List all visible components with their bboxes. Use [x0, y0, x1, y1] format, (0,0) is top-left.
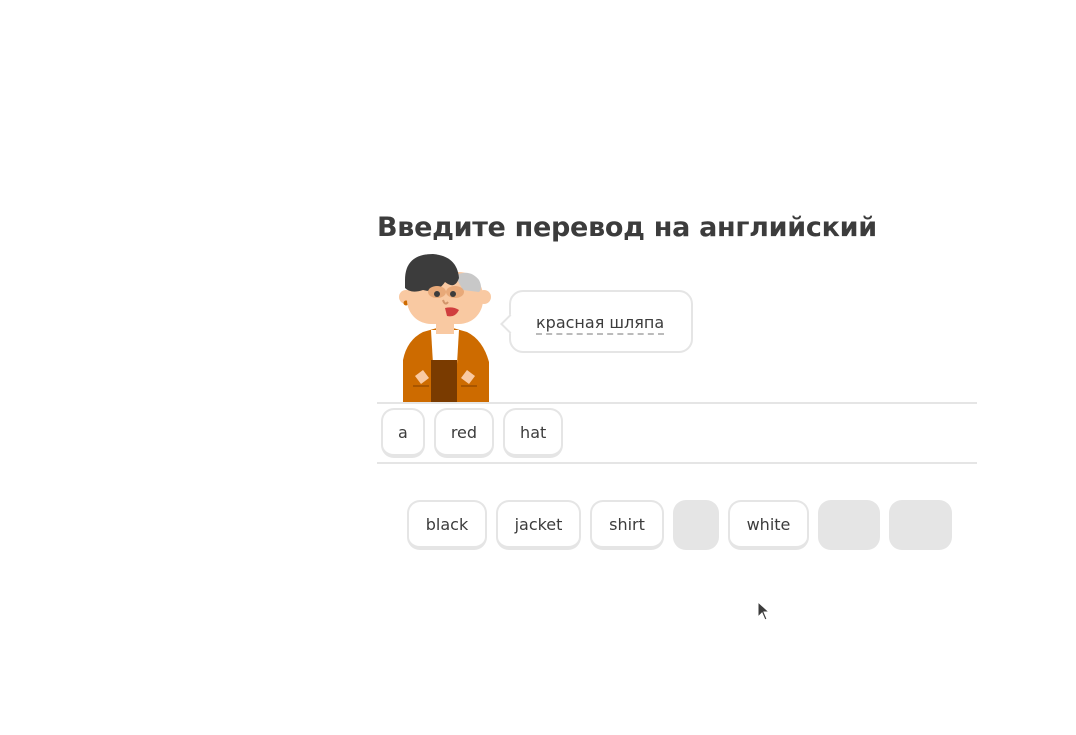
word-bank-tile[interactable]: jacket	[496, 500, 581, 550]
word-bank-tile[interactable]: shirt	[590, 500, 664, 550]
speech-bubble-tail	[500, 314, 520, 334]
answer-tile[interactable]: red	[433, 408, 495, 458]
answer-line-top	[377, 402, 977, 404]
mouse-pointer-icon	[757, 600, 771, 621]
prompt-phrase[interactable]: красная шляпа	[536, 314, 665, 335]
answer-area: a red hat	[381, 408, 564, 458]
word-bank-tile-placeholder	[818, 500, 880, 550]
exercise-title: Введите перевод на английский	[377, 212, 877, 244]
word-bank-tile[interactable]: black	[407, 500, 487, 550]
word-bank-tile-placeholder	[889, 500, 952, 550]
lily-character-illustration	[393, 250, 497, 402]
speech-bubble: красная шляпа	[500, 290, 693, 353]
answer-tile[interactable]: a	[381, 408, 425, 458]
word-bank-tile-placeholder	[673, 500, 719, 550]
word-bank-tile[interactable]: white	[728, 500, 809, 550]
word-bank: black jacket shirt white	[407, 500, 952, 550]
answer-line-bottom	[377, 462, 977, 464]
answer-tile[interactable]: hat	[503, 408, 564, 458]
